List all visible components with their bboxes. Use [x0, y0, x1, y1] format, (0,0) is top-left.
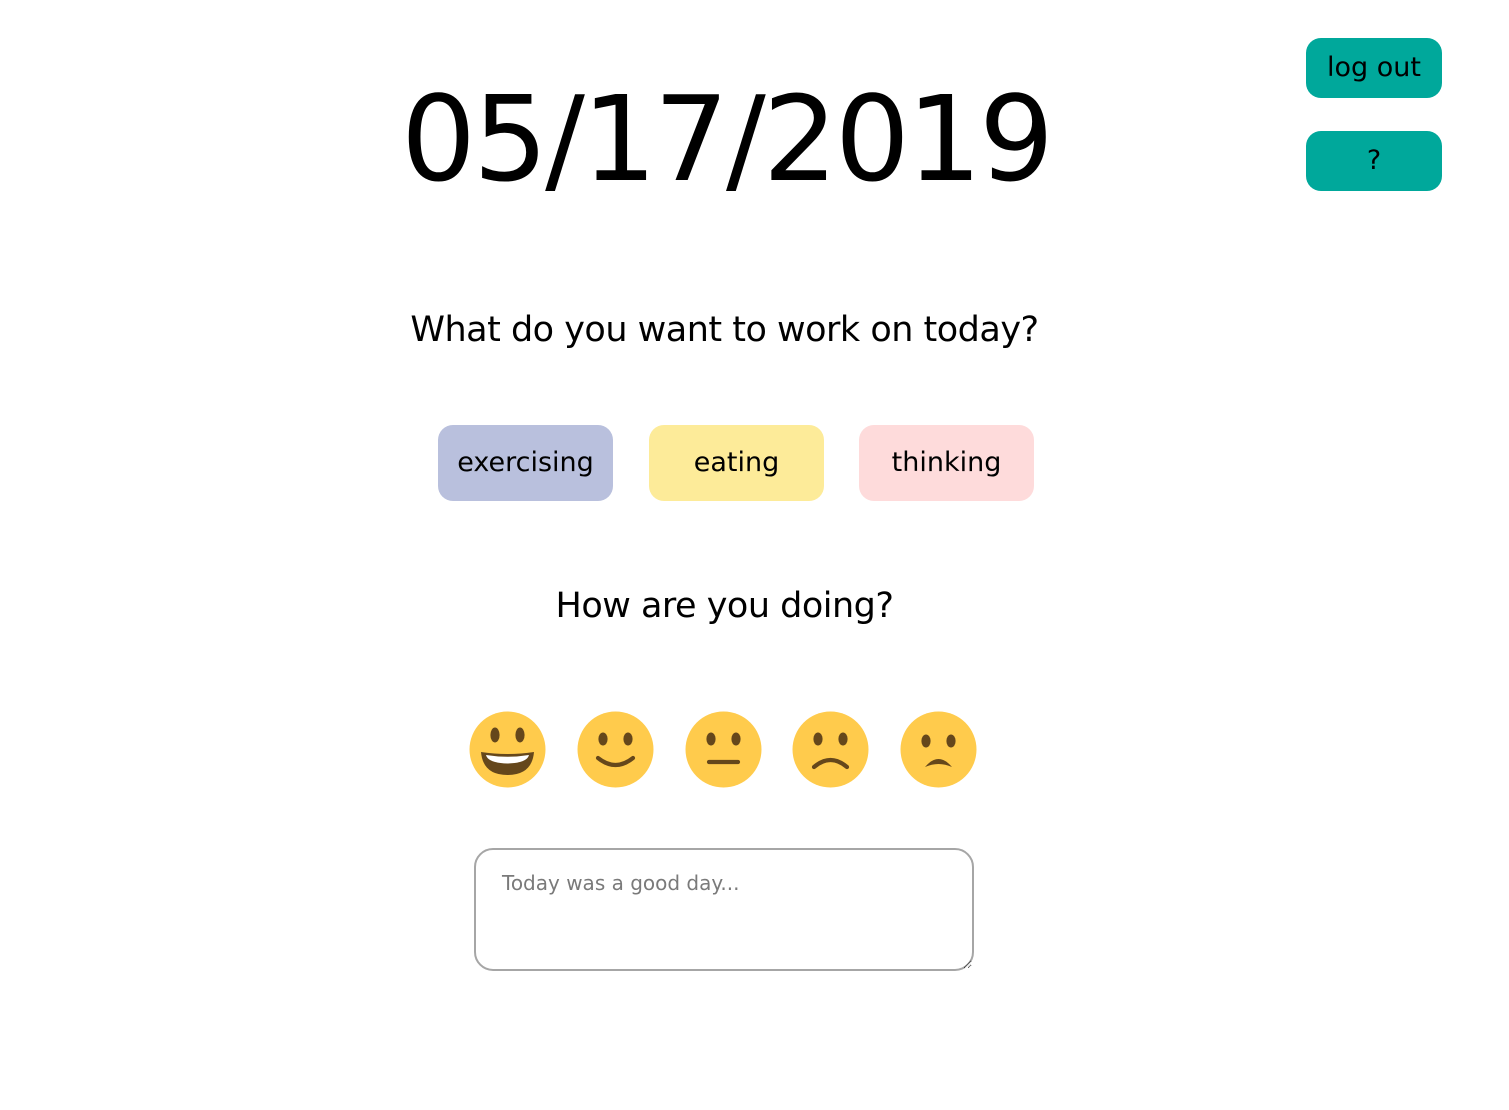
journal-page: log out ? 05/17/2019 What do you want to…	[0, 0, 1509, 1110]
mood-question: How are you doing?	[555, 586, 894, 626]
mood-option-great[interactable]	[469, 711, 546, 788]
mood-option-good[interactable]	[577, 711, 654, 788]
mood-option-okay[interactable]	[685, 711, 762, 788]
goal-options: exercising eating thinking	[438, 425, 1038, 501]
goal-exercising-button[interactable]: exercising	[438, 425, 613, 501]
frowning-face-icon	[900, 711, 977, 788]
slightly-frowning-face-icon	[792, 711, 869, 788]
journal-note-input[interactable]	[474, 848, 974, 971]
mood-option-meh[interactable]	[792, 711, 869, 788]
date-title: 05/17/2019	[400, 70, 1054, 208]
mood-options	[469, 711, 979, 789]
goal-eating-button[interactable]: eating	[649, 425, 824, 501]
goal-thinking-button[interactable]: thinking	[859, 425, 1034, 501]
slightly-smiling-face-icon	[577, 711, 654, 788]
mood-option-bad[interactable]	[900, 711, 977, 788]
neutral-face-icon	[685, 711, 762, 788]
goals-question: What do you want to work on today?	[410, 310, 1039, 350]
grinning-face-icon	[469, 711, 546, 788]
